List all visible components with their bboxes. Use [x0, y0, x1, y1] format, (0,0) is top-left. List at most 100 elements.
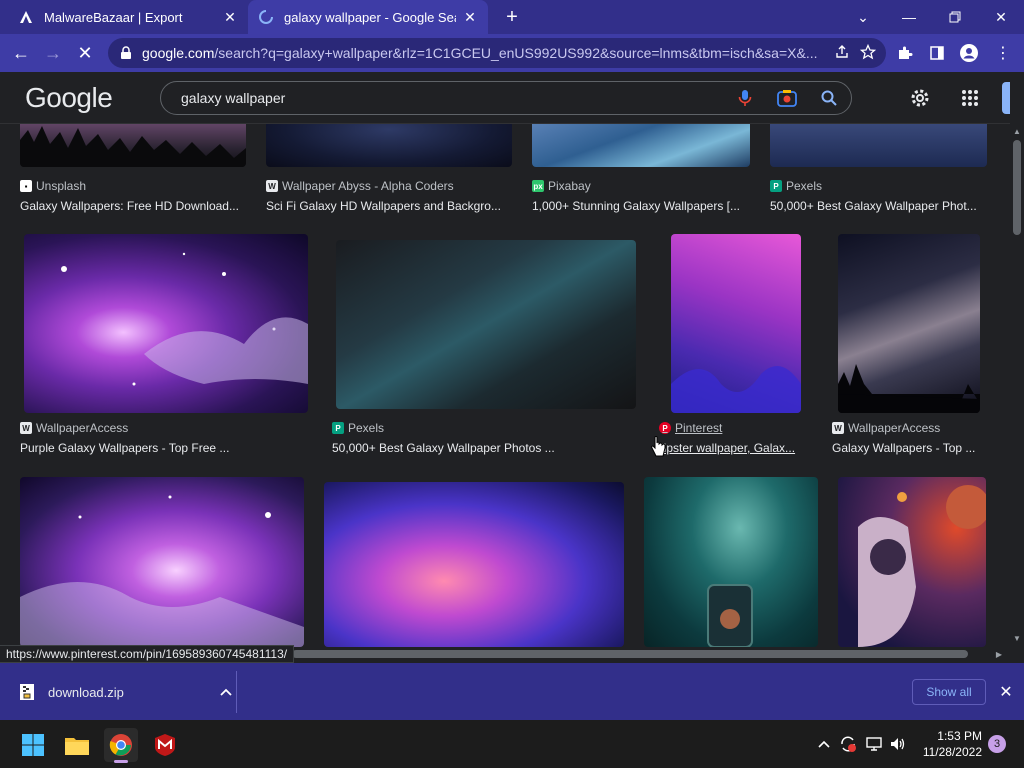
show-all-button[interactable]: Show all [912, 679, 986, 705]
camera-lens-icon[interactable] [777, 88, 797, 108]
search-input[interactable]: galaxy wallpaper [181, 90, 713, 106]
result-source[interactable]: P Pinterest [659, 421, 722, 435]
volume-icon[interactable] [888, 734, 908, 754]
result-source[interactable]: W WallpaperAccess [20, 421, 128, 435]
close-window-button[interactable]: ✕ [978, 0, 1024, 34]
bookmark-star-icon[interactable] [859, 43, 877, 63]
result-caption[interactable]: Galaxy Wallpapers - Top ... [832, 441, 982, 455]
browser-toolbar: ← → ✕ google.com/search?q=galaxy+wallpap… [0, 34, 1024, 72]
result-image[interactable] [838, 477, 986, 647]
result-image[interactable] [644, 477, 818, 647]
pixabay-icon: px [532, 180, 544, 192]
result-caption[interactable]: 50,000+ Best Galaxy Wallpaper Phot... [770, 199, 987, 213]
close-tab-icon[interactable]: ✕ [222, 9, 238, 25]
chrome-icon[interactable] [104, 728, 138, 763]
clock-time: 1:53 PM [937, 729, 982, 743]
result-image[interactable] [266, 124, 512, 167]
search-box[interactable]: galaxy wallpaper [160, 81, 852, 115]
pexels-icon: P [332, 422, 344, 434]
share-icon[interactable] [834, 44, 850, 63]
result-source[interactable]: W Wallpaper Abyss - Alpha Coders [266, 179, 454, 193]
windows-start-icon[interactable] [16, 728, 50, 762]
result-caption[interactable]: 50,000+ Best Galaxy Wallpaper Photos ... [332, 441, 632, 455]
result-image[interactable] [770, 124, 987, 167]
browser-tab-strip: MalwareBazaar | Export ✕ galaxy wallpape… [0, 0, 1024, 34]
tab-search-chevron-icon[interactable]: ⌄ [840, 0, 886, 34]
minimize-button[interactable]: — [886, 0, 932, 34]
result-source[interactable]: px Pixabay [532, 179, 591, 193]
google-logo[interactable]: Google [25, 82, 113, 114]
account-avatar[interactable] [1002, 82, 1010, 114]
mcafee-icon[interactable] [148, 728, 182, 762]
stop-loading-button[interactable]: ✕ [70, 38, 100, 68]
result-image[interactable] [324, 482, 624, 647]
back-button[interactable]: ← [6, 38, 36, 68]
extensions-icon[interactable] [890, 38, 920, 68]
url-text: google.com/search?q=galaxy+wallpaper&rlz… [142, 45, 818, 61]
result-caption[interactable]: Hipster wallpaper, Galax... [655, 441, 805, 455]
network-icon[interactable] [864, 734, 884, 754]
google-header: Google galaxy wallpaper [0, 72, 1010, 124]
shelf-divider [236, 671, 237, 713]
chevron-up-icon[interactable] [216, 682, 236, 702]
tab-title: galaxy wallpaper - Google Search [284, 9, 456, 25]
result-image[interactable] [336, 240, 636, 409]
result-image[interactable] [532, 124, 750, 167]
download-shelf: download.zip Show all ✕ [0, 663, 1024, 720]
tab-malwarebazaar[interactable]: MalwareBazaar | Export ✕ [8, 0, 248, 34]
hand-cursor-icon [650, 436, 666, 458]
pinterest-icon: P [659, 422, 671, 434]
scroll-down-arrow-icon[interactable]: ▼ [1012, 633, 1022, 643]
browser-menu-icon[interactable]: ⋮ [988, 38, 1018, 68]
tab-google-search[interactable]: galaxy wallpaper - Google Search ✕ [248, 0, 488, 34]
result-image[interactable] [20, 477, 304, 647]
malwarebazaar-icon [18, 9, 34, 25]
scrollbar-thumb[interactable] [1013, 140, 1021, 235]
new-tab-button[interactable]: + [500, 5, 524, 29]
system-clock[interactable]: 1:53 PM 11/28/2022 [912, 728, 982, 760]
clock-date: 11/28/2022 [922, 745, 982, 759]
google-apps-grid-icon[interactable] [956, 84, 984, 112]
result-image[interactable] [671, 234, 801, 413]
download-file-name: download.zip [48, 684, 124, 700]
search-icon[interactable] [819, 88, 839, 108]
notification-badge[interactable]: 3 [988, 735, 1006, 753]
result-source[interactable]: P Pexels [332, 421, 384, 435]
file-explorer-icon[interactable] [60, 728, 94, 762]
vertical-scrollbar[interactable]: ▲ ▼ [1010, 124, 1024, 647]
result-source[interactable]: ▪ Unsplash [20, 179, 86, 193]
microphone-icon[interactable] [735, 88, 755, 108]
settings-gear-icon[interactable] [906, 84, 934, 112]
close-tab-icon[interactable]: ✕ [462, 9, 478, 25]
wallpaperaccess-icon: W [832, 422, 844, 434]
result-image[interactable] [838, 234, 980, 413]
active-app-indicator [114, 760, 128, 763]
close-shelf-icon[interactable]: ✕ [996, 682, 1016, 702]
restore-button[interactable] [932, 0, 978, 34]
sync-alert-icon[interactable] [838, 734, 858, 754]
windows-taskbar: 1:53 PM 11/28/2022 3 [0, 720, 1024, 768]
forward-button[interactable]: → [38, 38, 68, 68]
result-source[interactable]: W WallpaperAccess [832, 421, 940, 435]
result-caption[interactable]: 1,000+ Stunning Galaxy Wallpapers [... [532, 199, 750, 213]
scroll-right-arrow-icon[interactable]: ▶ [994, 649, 1004, 659]
chevron-up-tray-icon[interactable] [814, 734, 834, 754]
loading-spinner-icon [258, 9, 274, 25]
wallpaper-abyss-icon: W [266, 180, 278, 192]
result-caption[interactable]: Purple Galaxy Wallpapers - Top Free ... [20, 441, 310, 455]
unsplash-icon: ▪ [20, 180, 32, 192]
result-image[interactable] [20, 124, 246, 167]
result-image[interactable] [24, 234, 308, 413]
link-status-url: https://www.pinterest.com/pin/1695893607… [0, 645, 295, 663]
lock-icon[interactable] [118, 45, 134, 61]
result-source[interactable]: P Pexels [770, 179, 822, 193]
side-panel-icon[interactable] [922, 38, 952, 68]
profile-avatar-icon[interactable] [954, 38, 984, 68]
tab-title: MalwareBazaar | Export [44, 9, 183, 25]
download-item[interactable]: download.zip [12, 675, 236, 709]
result-caption[interactable]: Sci Fi Galaxy HD Wallpapers and Backgro.… [266, 199, 512, 213]
address-bar[interactable]: google.com/search?q=galaxy+wallpaper&rlz… [108, 38, 886, 68]
scroll-up-arrow-icon[interactable]: ▲ [1012, 126, 1022, 136]
horizontal-scrollbar-thumb[interactable] [292, 650, 968, 658]
result-caption[interactable]: Galaxy Wallpapers: Free HD Download... [20, 199, 246, 213]
